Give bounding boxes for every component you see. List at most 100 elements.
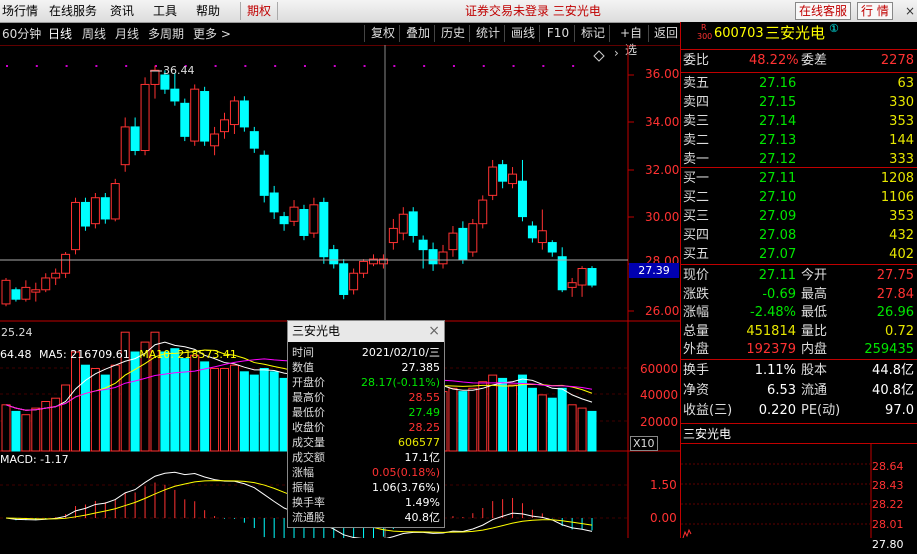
add-watchlist-button[interactable]: +自选 xyxy=(609,25,652,57)
candle-body[interactable] xyxy=(100,197,110,220)
bid-2-price[interactable]: 27.10 xyxy=(759,189,796,207)
candle-body[interactable] xyxy=(349,272,359,291)
period-daily[interactable]: 日线 xyxy=(48,26,72,42)
candle-body[interactable] xyxy=(398,213,408,234)
candle-body[interactable] xyxy=(51,272,61,279)
candle-body[interactable] xyxy=(527,225,537,239)
candle-body[interactable] xyxy=(567,282,577,288)
period-more[interactable]: 更多 > xyxy=(193,26,231,42)
candle-body[interactable] xyxy=(478,199,488,225)
candle-body[interactable] xyxy=(388,227,398,244)
candle-body[interactable] xyxy=(180,102,190,137)
candle-body[interactable] xyxy=(517,180,527,218)
candle-body[interactable] xyxy=(259,154,269,196)
candle-body[interactable] xyxy=(577,268,587,286)
candle-body[interactable] xyxy=(110,183,120,220)
menu-help[interactable]: 帮助 xyxy=(196,2,220,20)
candle-body[interactable] xyxy=(210,133,220,147)
candle-body[interactable] xyxy=(140,83,150,152)
candle-body[interactable] xyxy=(508,173,518,185)
candle-body[interactable] xyxy=(418,239,428,251)
adjust-button[interactable]: 复权 xyxy=(364,25,401,42)
menu-online-service[interactable]: 在线服务 xyxy=(49,2,97,20)
candle-body[interactable] xyxy=(408,211,418,236)
candle-body[interactable] xyxy=(537,230,547,244)
candle-body[interactable] xyxy=(160,74,170,90)
candle-body[interactable] xyxy=(190,88,200,142)
menu-tools[interactable]: 工具 xyxy=(153,2,177,20)
candle-body[interactable] xyxy=(488,166,498,196)
candle-body[interactable] xyxy=(150,69,160,85)
ask-2-price[interactable]: 27.13 xyxy=(759,132,796,150)
candle-body[interactable] xyxy=(428,249,438,265)
candle-body[interactable] xyxy=(289,206,299,222)
candle-body[interactable] xyxy=(279,216,289,225)
collapse-chevron-icon[interactable]: › xyxy=(614,46,619,60)
ask-5-price[interactable]: 27.16 xyxy=(759,75,796,93)
vol-unit-badge[interactable]: X10 xyxy=(630,436,658,451)
candle-body[interactable] xyxy=(269,192,279,213)
period-multi[interactable]: 多周期 xyxy=(148,26,184,42)
candle-body[interactable] xyxy=(130,126,140,152)
bid-4-price[interactable]: 27.08 xyxy=(759,227,796,245)
candle-body[interactable] xyxy=(11,289,21,300)
candle-body[interactable] xyxy=(200,91,210,142)
mark-button[interactable]: 标记 xyxy=(574,25,611,42)
candle-body[interactable] xyxy=(339,263,349,295)
period-monthly[interactable]: 月线 xyxy=(115,26,139,42)
candle-body[interactable] xyxy=(438,251,448,265)
candle-body[interactable] xyxy=(557,256,567,291)
ask-1-price[interactable]: 27.12 xyxy=(759,151,796,169)
period-60min[interactable]: 60分钟 xyxy=(2,26,41,42)
candle-body[interactable] xyxy=(547,242,557,253)
candle-body[interactable] xyxy=(71,201,81,251)
menu-options-tab[interactable]: 期权 xyxy=(240,2,279,20)
candle-body[interactable] xyxy=(468,223,478,253)
bid-1-price[interactable]: 27.11 xyxy=(759,170,796,188)
menu-news[interactable]: 资讯 xyxy=(110,2,134,20)
candle-body[interactable] xyxy=(498,164,508,182)
candle-body[interactable] xyxy=(249,131,259,149)
overlay-button[interactable]: 叠加 xyxy=(399,25,436,42)
vol-axis-20000: 20000 xyxy=(640,415,679,429)
candle-body[interactable] xyxy=(170,88,180,102)
stats-button[interactable]: 统计 xyxy=(469,25,506,42)
close-icon[interactable]: × xyxy=(905,2,915,20)
online-service-button[interactable]: 在线客服 xyxy=(795,2,852,20)
popup-close-icon[interactable]: × xyxy=(428,321,440,342)
candle-body[interactable] xyxy=(120,126,130,166)
candle-body[interactable] xyxy=(220,119,230,133)
candle-body[interactable] xyxy=(229,100,239,126)
quote-button[interactable]: 行 情 xyxy=(857,2,893,20)
stat-value: -2.48% xyxy=(750,305,796,320)
bid-3-price[interactable]: 27.09 xyxy=(759,208,796,226)
diamond-icon[interactable] xyxy=(593,47,605,62)
candle-body[interactable] xyxy=(359,260,369,274)
info-icon[interactable]: ① xyxy=(829,20,839,38)
candle-body[interactable] xyxy=(299,209,309,236)
candle-body[interactable] xyxy=(239,100,249,128)
candle-body[interactable] xyxy=(61,253,71,274)
candle-body[interactable] xyxy=(41,277,51,291)
back-button[interactable]: 返回 xyxy=(648,25,683,42)
candle-body[interactable] xyxy=(309,204,319,234)
candle-body[interactable] xyxy=(90,197,100,225)
candle-body[interactable] xyxy=(21,286,31,300)
stat2-value: 40.8亿 xyxy=(872,383,914,398)
candle-body[interactable] xyxy=(31,289,41,293)
candle-body[interactable] xyxy=(80,201,90,227)
ask-4-price[interactable]: 27.15 xyxy=(759,94,796,112)
f10-button[interactable]: F10 xyxy=(539,25,576,42)
bid-5-price[interactable]: 27.07 xyxy=(759,246,796,264)
candle-body[interactable] xyxy=(448,232,458,251)
candle-body[interactable] xyxy=(1,279,11,305)
menu-market[interactable]: 场行情 xyxy=(2,2,38,20)
period-weekly[interactable]: 周线 xyxy=(82,26,106,42)
candle-body[interactable] xyxy=(587,268,597,286)
draw-line-button[interactable]: 画线 xyxy=(504,25,541,42)
candle-body[interactable] xyxy=(319,201,329,258)
history-button[interactable]: 历史 xyxy=(434,25,471,42)
candle-body[interactable] xyxy=(458,227,468,260)
candle-body[interactable] xyxy=(329,249,339,265)
ask-3-price[interactable]: 27.14 xyxy=(759,113,796,131)
